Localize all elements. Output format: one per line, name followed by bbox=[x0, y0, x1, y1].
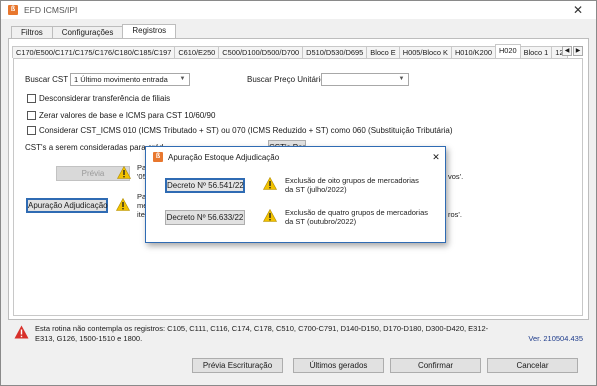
version-label: Ver. 210504.435 bbox=[528, 334, 583, 343]
checkbox-box bbox=[27, 111, 36, 120]
previa-desc-right: vos'. bbox=[448, 172, 464, 181]
apuracao-desc-right: ros'. bbox=[448, 210, 462, 219]
tab-registros[interactable]: Registros bbox=[122, 24, 177, 39]
window-title: EFD ICMS/IPI bbox=[24, 5, 78, 15]
desconsiderar-checkbox[interactable]: Desconsiderar transferência de filiais bbox=[27, 94, 170, 103]
warning-icon bbox=[117, 166, 131, 179]
dialog-close-button[interactable]: ✕ bbox=[431, 152, 441, 162]
decreto1-desc-2: da ST (julho/2022) bbox=[285, 185, 347, 194]
warning-icon bbox=[263, 177, 277, 190]
tab-h005[interactable]: H005/Bloco K bbox=[398, 46, 452, 58]
title-bar: ß EFD ICMS/IPI ✕ bbox=[1, 1, 596, 19]
footer-note: Esta rotina não contempla os registros: … bbox=[35, 324, 489, 343]
tab-h010[interactable]: H010/K200 bbox=[450, 46, 496, 58]
desconsiderar-label: Desconsiderar transferência de filiais bbox=[39, 94, 171, 103]
apuracao-estoque-dialog: ß Apuração Estoque Adjudicação ✕ Decreto… bbox=[145, 146, 446, 243]
considerar-label: Considerar CST_ICMS 010 (ICMS Tributado … bbox=[39, 126, 453, 135]
tab-d510[interactable]: D510/D530/D695 bbox=[302, 46, 368, 58]
inner-tab-bar: C170/E500/C171/C175/C176/C180/C185/C197 … bbox=[12, 44, 568, 58]
outer-tab-bar: Filtros Configurações Registros bbox=[11, 24, 177, 39]
chevron-down-icon: ▼ bbox=[179, 76, 186, 82]
tab-c170[interactable]: C170/E500/C171/C175/C176/C180/C185/C197 bbox=[12, 46, 176, 58]
tab-h020[interactable]: H020 bbox=[494, 44, 521, 58]
decreto-56633-button[interactable]: Decreto Nº 56.633/22 bbox=[165, 210, 245, 225]
confirmar-button[interactable]: Confirmar bbox=[390, 358, 481, 373]
zerar-checkbox[interactable]: Zerar valores de base e ICMS para CST 10… bbox=[27, 111, 215, 120]
window-close-button[interactable]: ✕ bbox=[560, 1, 596, 19]
warning-icon bbox=[116, 198, 130, 211]
buscar-cst-select[interactable]: 1 Último movimento entrada ▼ bbox=[70, 73, 190, 86]
app-icon: ß bbox=[153, 152, 163, 162]
tab-scroll-right-button[interactable]: ▶ bbox=[573, 46, 583, 56]
tab-scroll-left-button[interactable]: ◀ bbox=[562, 46, 572, 56]
warning-icon bbox=[263, 209, 277, 222]
chevron-down-icon: ▼ bbox=[398, 76, 405, 82]
decreto2-desc-2: da ST (outubro/2022) bbox=[285, 217, 357, 226]
buscar-preco-select[interactable]: ▼ bbox=[321, 73, 409, 86]
tab-bloco-1[interactable]: Bloco 1 bbox=[519, 46, 553, 58]
previa-escrituracao-button[interactable]: Prévia Escrituração bbox=[192, 358, 283, 373]
cancelar-button[interactable]: Cancelar bbox=[487, 358, 578, 373]
app-icon: ß bbox=[8, 5, 18, 15]
checkbox-box bbox=[27, 94, 36, 103]
buscar-cst-label: Buscar CST bbox=[25, 75, 69, 84]
cst-creditos-label: CST's a serem consideradas para créd bbox=[25, 143, 164, 152]
decreto-56541-button[interactable]: Decreto Nº 56.541/22 bbox=[165, 178, 245, 193]
buscar-cst-value: 1 Último movimento entrada bbox=[74, 75, 168, 84]
checkbox-box bbox=[27, 126, 36, 135]
error-warning-icon bbox=[14, 325, 29, 339]
decreto1-desc-1: Exclusão de oito grupos de mercadorias bbox=[285, 176, 419, 185]
dialog-title-bar: ß Apuração Estoque Adjudicação ✕ bbox=[146, 147, 445, 167]
tab-bloco-e[interactable]: Bloco E bbox=[366, 46, 400, 58]
buscar-preco-label: Buscar Preço Unitário bbox=[247, 75, 325, 84]
ultimos-gerados-button[interactable]: Últimos gerados bbox=[293, 358, 384, 373]
apuracao-adjudicacao-button[interactable]: Apuração Adjudicação bbox=[26, 198, 108, 213]
decreto2-desc-1: Exclusão de quatro grupos de mercadorias bbox=[285, 208, 428, 217]
dialog-title: Apuração Estoque Adjudicação bbox=[168, 152, 280, 162]
tab-c610[interactable]: C610/E250 bbox=[174, 46, 220, 58]
considerar-checkbox[interactable]: Considerar CST_ICMS 010 (ICMS Tributado … bbox=[27, 126, 453, 135]
tab-c500[interactable]: C500/D100/D500/D700 bbox=[218, 46, 304, 58]
zerar-label: Zerar valores de base e ICMS para CST 10… bbox=[39, 111, 216, 120]
